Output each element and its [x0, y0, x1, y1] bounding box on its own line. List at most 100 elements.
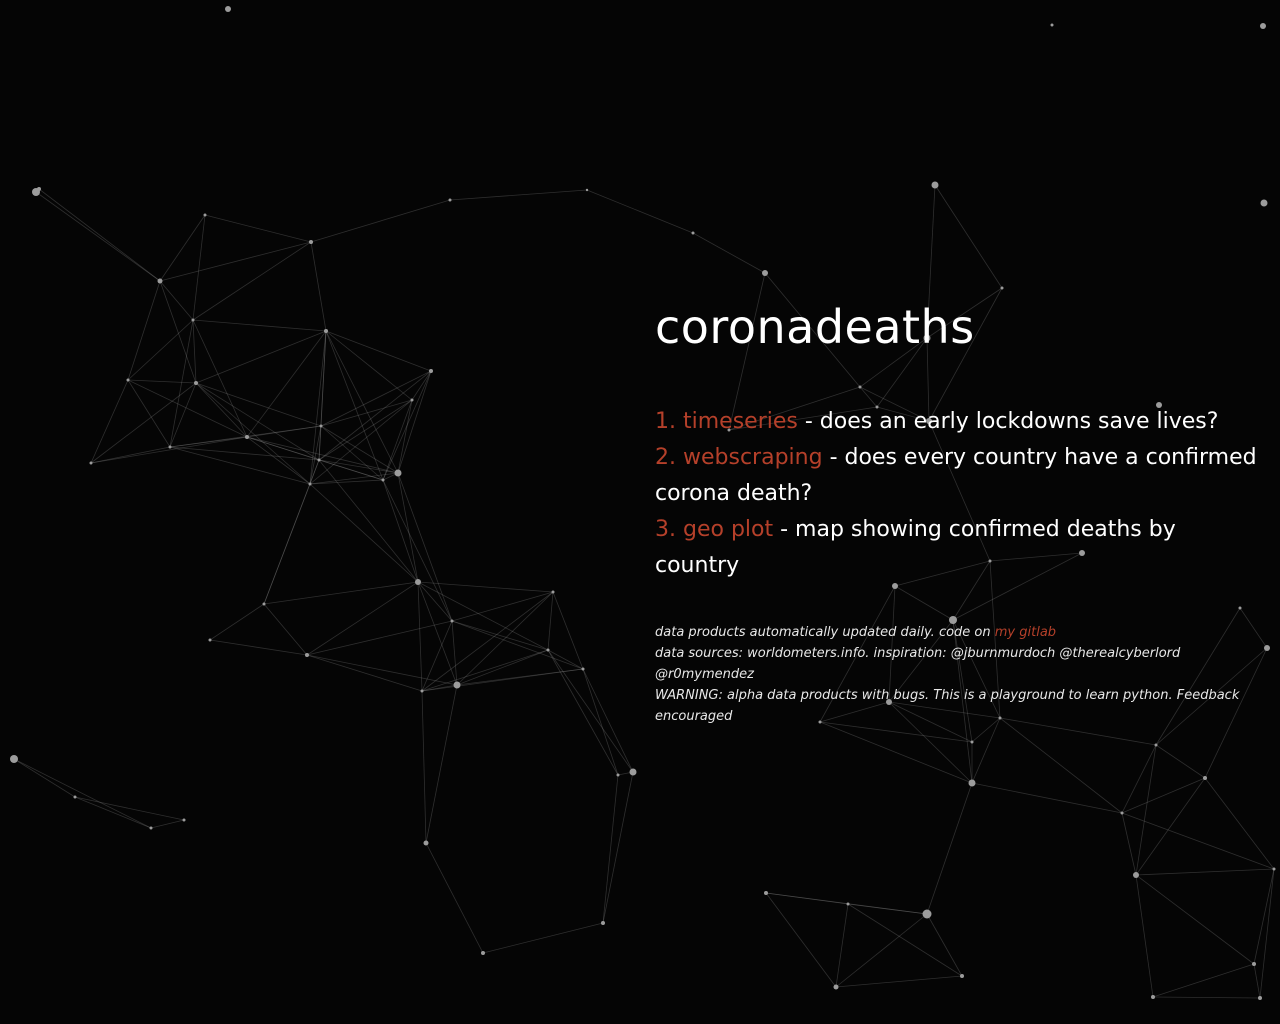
network-node [324, 329, 328, 333]
network-link [246, 436, 311, 485]
network-node [10, 755, 18, 763]
network-link [482, 922, 604, 954]
network-link [926, 782, 973, 915]
network-node [225, 6, 231, 12]
network-link [1135, 874, 1154, 998]
network-link [449, 189, 588, 201]
network-link [209, 639, 308, 656]
network-link [38, 188, 161, 282]
network-link [192, 319, 248, 438]
info-block: data products automatically updated dail… [655, 622, 1265, 727]
network-node [308, 482, 312, 486]
network-node [551, 590, 555, 594]
network-node [305, 653, 309, 657]
network-node [245, 435, 249, 439]
network-link [74, 796, 185, 821]
network-node [317, 458, 321, 462]
network-link [1121, 812, 1137, 876]
network-link [1253, 963, 1261, 999]
network-node [1154, 743, 1158, 747]
network-node [1203, 776, 1207, 780]
network-node [581, 667, 585, 671]
network-node [629, 768, 637, 776]
network-link [13, 758, 152, 829]
network-node [37, 187, 41, 191]
project-item-timeseries: 1. timeseries - does an early lockdowns … [655, 404, 1265, 440]
network-node [450, 619, 454, 623]
network-node [1120, 811, 1124, 815]
network-node [448, 198, 452, 202]
network-link [1204, 777, 1275, 870]
network-link [397, 472, 419, 583]
network-node [410, 398, 414, 402]
warning-note: WARNING: alpha data products with bugs. … [655, 688, 1240, 724]
network-link [1253, 868, 1275, 965]
geo-plot-link[interactable]: 3. geo plot [655, 517, 780, 542]
network-node [833, 984, 839, 990]
network-link [934, 184, 1003, 289]
network-link [90, 382, 197, 464]
network-link [263, 581, 419, 605]
network-link [318, 459, 384, 481]
network-link [1155, 744, 1206, 779]
network-link [417, 581, 554, 593]
network-link [835, 903, 849, 988]
network-link [1259, 868, 1275, 999]
network-link [74, 796, 152, 829]
network-link [547, 649, 634, 773]
hero-section: coronadeaths 1. timeseries - does an ear… [655, 296, 1265, 727]
update-note: data products automatically updated dail… [655, 622, 1265, 643]
network-node [191, 318, 195, 322]
network-link [309, 483, 419, 583]
network-node [1151, 995, 1155, 999]
network-link [306, 581, 419, 656]
network-node [1260, 23, 1266, 29]
network-node [922, 909, 932, 919]
project-item-geo-plot: 3. geo plot - map showing confirmed deat… [655, 512, 1265, 584]
network-link [602, 771, 634, 924]
network-node [149, 826, 153, 830]
network-link [90, 446, 171, 464]
network-link [971, 717, 1001, 784]
network-link [310, 199, 451, 243]
webscraping-link[interactable]: 2. webscraping [655, 445, 830, 470]
network-link [318, 370, 432, 461]
network-link [1135, 868, 1275, 876]
project-list: 1. timeseries - does an early lockdowns … [655, 404, 1265, 584]
network-link [90, 436, 248, 464]
data-sources-note: data sources: worldometers.info. inspira… [655, 646, 1181, 682]
project-item-webscraping: 2. webscraping - does every country have… [655, 440, 1265, 512]
network-link [421, 684, 458, 692]
network-link [552, 591, 584, 670]
network-node [601, 921, 605, 925]
timeseries-link[interactable]: 1. timeseries [655, 409, 805, 434]
network-link [169, 319, 194, 448]
network-link [1135, 874, 1255, 965]
network-node [194, 381, 198, 385]
network-link [999, 717, 1123, 814]
network-link [306, 654, 423, 692]
network-link [306, 620, 453, 656]
network-node [546, 648, 550, 652]
network-node [616, 773, 620, 777]
network-link [90, 379, 129, 464]
gitlab-link[interactable]: my gitlab [995, 625, 1056, 640]
network-node [968, 779, 976, 787]
network-link [397, 370, 432, 474]
network-link [127, 379, 197, 384]
network-node [762, 270, 768, 276]
network-node [481, 951, 485, 955]
network-link [309, 479, 384, 485]
network-node [73, 795, 77, 799]
network-link [150, 819, 185, 829]
network-node [1260, 199, 1268, 207]
network-link [192, 319, 327, 332]
network-link [456, 668, 584, 686]
network-node [764, 891, 768, 895]
network-link [325, 330, 432, 372]
network-link [1152, 996, 1261, 999]
network-link [13, 758, 76, 798]
network-link [159, 280, 194, 321]
network-link [263, 603, 308, 656]
project-link-label: webscraping [683, 445, 823, 470]
